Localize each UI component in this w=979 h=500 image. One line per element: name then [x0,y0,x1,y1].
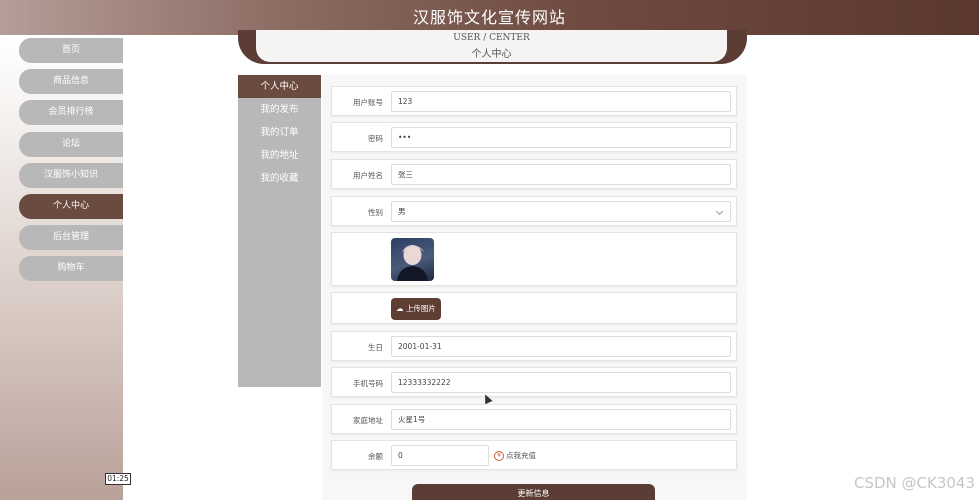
username-input[interactable]: 123 [391,91,731,112]
side-item-my-address[interactable]: 我的地址 [238,144,321,167]
form-row-realname: 用户姓名 张三 [331,159,737,189]
form-row-balance: 余额 0 ¥ 点我充值 [331,440,737,470]
password-label: 密码 [368,134,383,143]
cloud-upload-icon: ☁ [396,304,404,313]
nav-item-member-ranking[interactable]: 会员排行榜 [19,100,123,126]
form-row-username: 用户账号 123 [331,86,737,116]
nav-item-products[interactable]: 商品信息 [19,69,123,95]
form-row-address: 家庭地址 火星1号 [331,404,737,434]
birthday-input[interactable]: 2001-01-31 [391,336,731,357]
form-row-birthday: 生日 2001-01-31 [331,331,737,361]
video-timer: 01:25 [105,473,131,485]
upload-image-label: 上传图片 [405,304,436,313]
gender-value: 男 [398,207,406,216]
watermark: CSDN @CK3043 [853,474,975,492]
side-item-my-favorites[interactable]: 我的收藏 [238,167,321,190]
gender-select[interactable]: 男 [391,201,731,222]
phone-label: 手机号码 [353,379,383,388]
update-info-button[interactable]: 更新信息 [412,484,655,500]
nav-item-admin[interactable]: 后台管理 [19,225,123,251]
form-row-password: 密码 ••• [331,122,737,152]
main-nav: 首页 商品信息 会员排行榜 论坛 汉服饰小知识 个人中心 后台管理 购物车 [19,38,123,288]
gender-label: 性别 [368,208,383,217]
upload-image-button[interactable]: ☁ 上传图片 [391,298,441,320]
section-title-cn: 个人中心 [471,49,512,60]
side-item-user-center[interactable]: 个人中心 [238,75,321,98]
realname-label: 用户姓名 [353,171,383,180]
username-label: 用户账号 [353,98,383,107]
phone-input[interactable]: 12333332222 [391,372,731,393]
form-row-gender: 性别 男 [331,196,737,226]
yen-icon: ¥ [494,451,504,461]
section-title-en: USER / CENTER [453,33,530,43]
address-label: 家庭地址 [353,416,383,425]
user-side-menu: 个人中心 我的发布 我的订单 我的地址 我的收藏 [238,75,321,387]
form-row-avatar [331,232,737,286]
nav-item-user-center[interactable]: 个人中心 [19,193,123,219]
password-input[interactable]: ••• [391,127,731,148]
address-input[interactable]: 火星1号 [391,409,731,430]
nav-item-forum[interactable]: 论坛 [19,131,123,157]
side-item-my-orders[interactable]: 我的订单 [238,121,321,144]
avatar-image [391,238,434,281]
form-row-phone: 手机号码 12333332222 [331,367,737,397]
nav-item-hanfu-knowledge[interactable]: 汉服饰小知识 [19,162,123,188]
realname-input[interactable]: 张三 [391,164,731,185]
recharge-link[interactable]: ¥ 点我充值 [494,450,536,461]
recharge-label: 点我充值 [506,451,536,460]
nav-item-home[interactable]: 首页 [19,38,123,63]
nav-item-cart[interactable]: 购物车 [19,256,123,282]
form-row-upload: ☁ 上传图片 [331,292,737,324]
balance-input[interactable]: 0 [391,445,489,466]
birthday-label: 生日 [368,343,383,352]
side-item-my-posts[interactable]: 我的发布 [238,98,321,121]
balance-label: 余额 [368,452,383,461]
chevron-down-icon [715,207,724,216]
